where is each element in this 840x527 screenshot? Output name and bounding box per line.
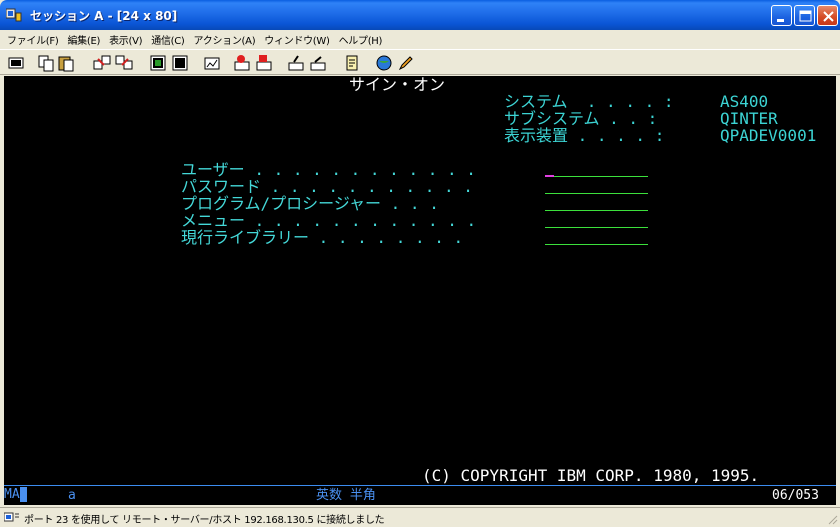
connect-button[interactable] <box>374 53 394 73</box>
current-library-field[interactable] <box>545 244 648 245</box>
user-label: ユーザー . . . . . . . . . . . . <box>181 160 476 179</box>
session-icon <box>6 8 22 22</box>
menu-help[interactable]: ヘルプ(H) <box>336 32 389 47</box>
print-screen-button[interactable] <box>6 53 26 73</box>
oia-input-indicator: a <box>68 488 76 503</box>
keypad-icon <box>288 55 304 71</box>
copy-button[interactable] <box>36 53 56 73</box>
graphics-icon <box>204 57 220 70</box>
oia-input-mode: 英数 半角 <box>316 488 376 503</box>
paste-button[interactable] <box>56 53 76 73</box>
menu-file[interactable]: ファイル(F) <box>4 32 64 47</box>
toolbar <box>0 49 840 75</box>
help-button[interactable] <box>396 53 416 73</box>
password-field[interactable] <box>545 193 648 194</box>
display-device-value: QPADEV0001 <box>720 126 817 145</box>
color-map-button[interactable] <box>308 53 328 73</box>
system-label: システム . . . . : <box>504 92 674 111</box>
macro-record-icon <box>234 55 250 71</box>
menu-communication[interactable]: 通信(C) <box>148 32 190 47</box>
status-bar: ポート 23 を使用して リモート・サーバー/ホスト 192.168.130.5… <box>0 507 840 527</box>
cursor-position: 06/053 <box>772 488 819 503</box>
paste-icon <box>58 56 74 72</box>
copy-icon <box>38 55 54 72</box>
receive-icon <box>115 55 133 70</box>
color-map-icon <box>310 56 326 71</box>
password-label: パスワード . . . . . . . . . . . <box>181 177 473 196</box>
session-list-button[interactable] <box>170 53 190 73</box>
notes-icon <box>346 55 358 71</box>
maximize-button[interactable] <box>794 5 815 26</box>
menu-field[interactable] <box>545 227 648 228</box>
notes-button[interactable] <box>342 53 362 73</box>
menu-label: メニュー . . . . . . . . . . . . <box>181 211 477 230</box>
macro-play-icon <box>256 55 272 71</box>
minimize-icon <box>777 19 784 22</box>
user-field[interactable] <box>554 176 648 177</box>
keypad-button[interactable] <box>286 53 306 73</box>
menu-view[interactable]: 表示(V) <box>106 32 148 47</box>
program-label: プログラム/プロシージャー . . . <box>181 194 439 213</box>
maximize-icon <box>799 10 812 22</box>
subsystem-label: サブシステム . . : <box>504 109 658 128</box>
close-button[interactable] <box>817 5 838 26</box>
signon-title: サイン・オン <box>349 76 446 94</box>
display-list-button[interactable] <box>148 53 168 73</box>
macro-record-button[interactable] <box>232 53 252 73</box>
print-screen-icon <box>8 57 24 69</box>
terminal-screen[interactable]: サイン・オン システム . . . . : AS400 サブシステム . . :… <box>4 76 836 485</box>
oia-ma-indicator: MA <box>4 487 37 504</box>
menu-action[interactable]: アクション(A) <box>191 32 262 47</box>
graphics-button[interactable] <box>202 53 222 73</box>
current-library-label: 現行ライブラリー . . . . . . . . <box>181 228 464 247</box>
status-message: ポート 23 を使用して リモート・サーバー/ホスト 192.168.130.5… <box>24 515 385 526</box>
menu-window[interactable]: ウィンドウ(W) <box>261 32 335 47</box>
title-bar[interactable]: セッション A - [24 x 80] <box>0 0 840 30</box>
system-value: AS400 <box>720 92 769 111</box>
session-list-icon <box>172 55 188 71</box>
operator-info-area: MA a 英数 半角 06/053 <box>4 485 836 505</box>
menu-bar: ファイル(F) 編集(E) 表示(V) 通信(C) アクション(A) ウィンドウ… <box>0 30 840 49</box>
program-field[interactable] <box>545 210 648 211</box>
copyright-text: (C) COPYRIGHT IBM CORP. 1980, 1995. <box>422 466 760 485</box>
pencil-icon <box>398 56 413 71</box>
window-title: セッション A - [24 x 80] <box>30 9 178 23</box>
menu-edit[interactable]: 編集(E) <box>64 32 106 47</box>
close-icon <box>823 11 834 22</box>
macro-play-button[interactable] <box>254 53 274 73</box>
connection-icon <box>4 512 19 522</box>
text-cursor <box>545 175 554 177</box>
send-button[interactable] <box>92 53 112 73</box>
display-device-label: 表示装置 . . . . : <box>504 126 665 145</box>
receive-button[interactable] <box>114 53 134 73</box>
globe-icon <box>376 55 392 71</box>
subsystem-value: QINTER <box>720 109 778 128</box>
minimize-button[interactable] <box>771 5 792 26</box>
display-list-icon <box>150 55 166 71</box>
resize-grip-icon[interactable] <box>826 513 838 525</box>
send-icon <box>93 55 111 70</box>
